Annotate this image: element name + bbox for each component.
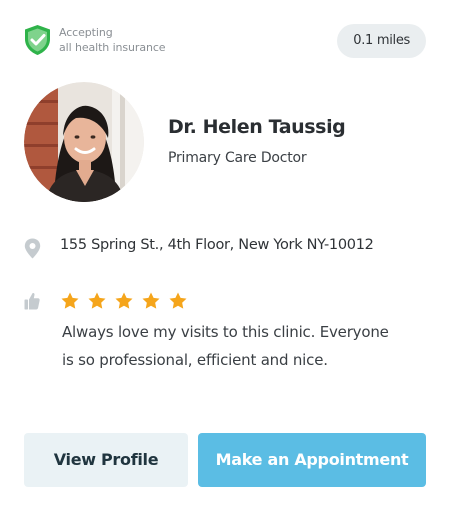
distance-badge: 0.1 miles (337, 24, 426, 58)
star-icon (115, 292, 133, 309)
doctor-name: Dr. Helen Taussig (168, 116, 346, 138)
star-icon (61, 292, 79, 309)
insurance-line-2: all health insurance (59, 41, 166, 54)
review-text: Always love my visits to this clinic. Ev… (62, 323, 389, 369)
insurance-badge: Accepting all health insurance (23, 24, 166, 56)
doctor-card: Accepting all health insurance 0.1 miles (0, 0, 450, 511)
star-icon (169, 292, 187, 309)
view-profile-button[interactable]: View Profile (24, 433, 188, 487)
insurance-text: Accepting all health insurance (59, 25, 166, 55)
doctor-avatar (24, 82, 144, 202)
make-appointment-button[interactable]: Make an Appointment (198, 433, 426, 487)
insurance-line-1: Accepting (59, 26, 113, 39)
star-icon (142, 292, 160, 309)
location-pin-icon (24, 238, 41, 259)
shield-check-icon (25, 25, 50, 55)
clinic-address: 155 Spring St., 4th Floor, New York NY-1… (60, 237, 374, 253)
doctor-specialty: Primary Care Doctor (168, 150, 307, 166)
thumbs-up-icon (24, 293, 40, 310)
star-icon (88, 292, 106, 309)
star-rating (60, 291, 195, 311)
